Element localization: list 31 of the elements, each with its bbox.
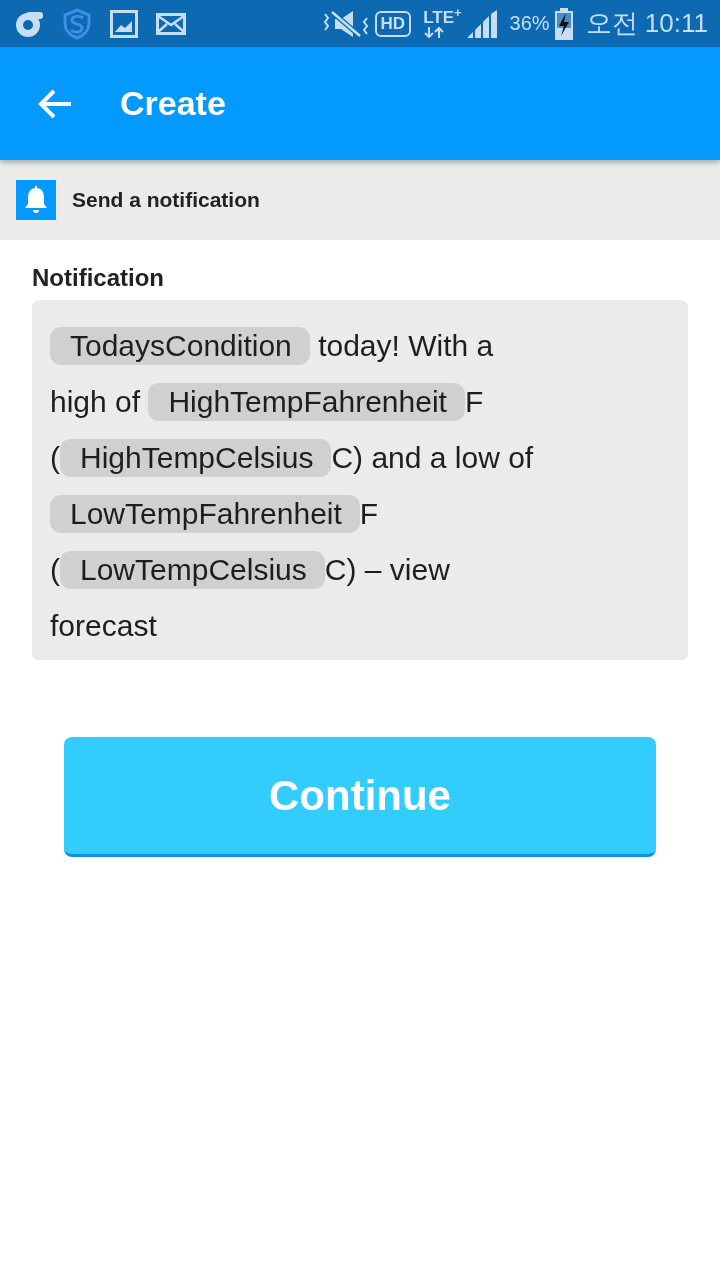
ingredient-tag[interactable]: TodaysCondition <box>50 327 310 365</box>
network-type: LTE$^{+}$ <box>423 9 462 27</box>
status-time: 오전 10:11 <box>585 7 708 40</box>
muted-vibrate-icon <box>322 8 369 39</box>
message-text: high of <box>50 384 142 420</box>
data-arrows-icon <box>423 27 446 38</box>
action-name: Send a notification <box>72 188 260 212</box>
message-text: today! With a <box>317 328 494 364</box>
ingredient-tag[interactable]: HighTempCelsius <box>60 439 332 477</box>
notification-field[interactable]: TodaysCondition today! With a high of HighTempFahrenheit F ( HighTempCelsius C) and a low of LowTempFahrenheit F ( LowTempCelsius C) – view forecast <box>32 300 688 660</box>
message-text: ( <box>50 552 60 588</box>
page-title: Create <box>120 84 226 123</box>
ingredient-tag[interactable]: LowTempFahrenheit <box>50 495 360 533</box>
bell-icon <box>16 180 56 220</box>
ingredient-tag[interactable]: HighTempFahrenheit <box>148 383 465 421</box>
mail-icon <box>156 12 186 35</box>
field-label: Notification <box>32 263 164 293</box>
message-text: F <box>359 496 379 532</box>
message-text: C) – view <box>324 552 450 588</box>
message-text: forecast <box>50 608 157 644</box>
hd-indicator: HD <box>374 10 412 37</box>
shield-icon <box>62 7 92 40</box>
message-text: F <box>464 384 484 420</box>
image-icon <box>110 9 138 38</box>
message-text: C) and a low of <box>331 440 534 476</box>
battery-charging-icon <box>553 7 574 40</box>
message-text: ( <box>50 440 60 476</box>
ingredient-tag[interactable]: LowTempCelsius <box>60 551 325 589</box>
battery-level: 36% <box>509 12 550 35</box>
signal-icon <box>465 9 500 38</box>
back-arrow-icon <box>38 88 72 119</box>
